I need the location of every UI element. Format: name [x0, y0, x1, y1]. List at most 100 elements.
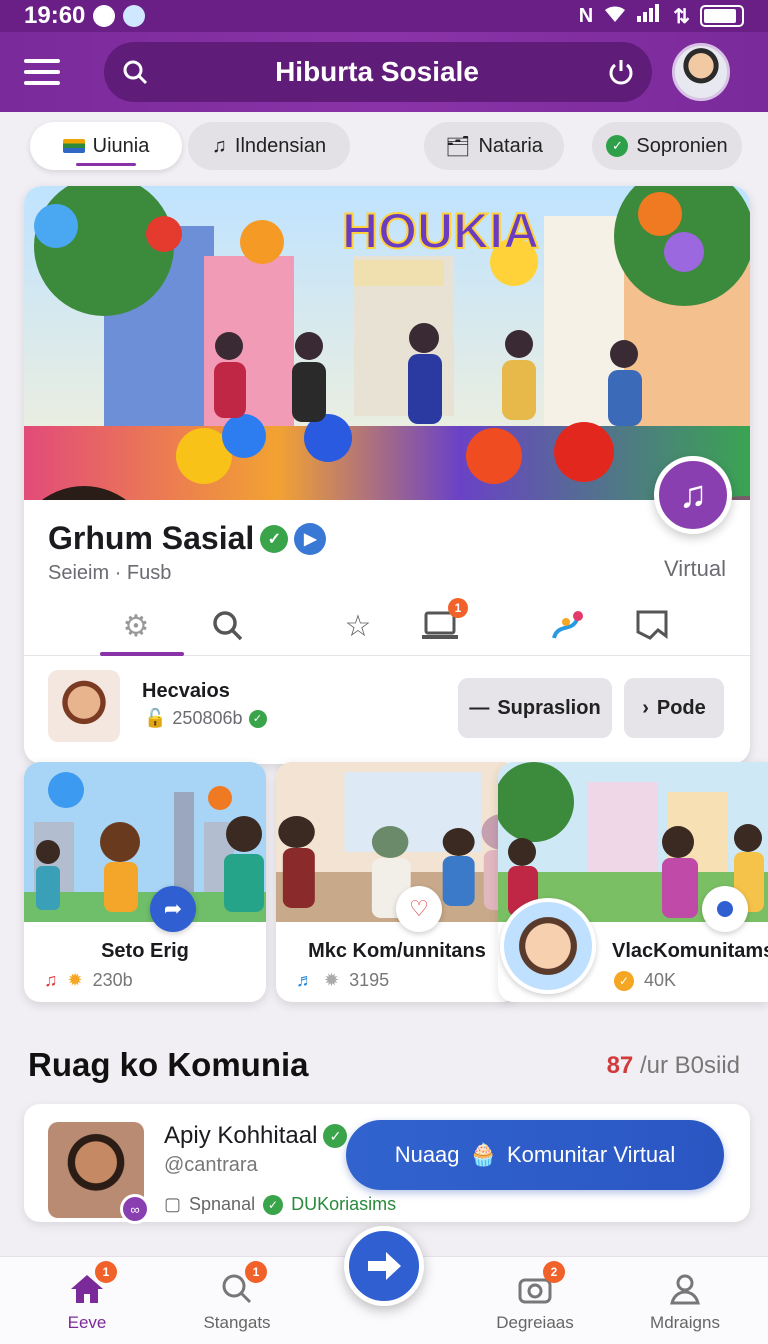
child-avatar — [500, 898, 596, 994]
nav-label: Mdraigns — [650, 1313, 720, 1332]
tab-label: Ilndensian — [234, 134, 327, 157]
camera-icon: 2 — [515, 1261, 565, 1309]
home-icon: 1 — [67, 1261, 117, 1309]
arrow-right-icon — [368, 1252, 401, 1280]
nav-label: Eeve — [67, 1313, 107, 1332]
status-bar: 19:60 N ⇅ — [0, 0, 768, 32]
heart-icon[interactable]: ♡ — [396, 886, 442, 932]
cake-icon: 🧁 — [469, 1142, 497, 1167]
hero-image: HOUKIA — [24, 186, 750, 500]
share-fab[interactable] — [344, 1226, 424, 1306]
post-author: Apiy Kohhitaal ✓ — [164, 1122, 348, 1150]
person-icon — [665, 1269, 705, 1309]
nav-search[interactable]: 1 Stangats — [182, 1261, 292, 1333]
group-card: HOUKIA ♫ Grhum Sasial ✓ ▶ Seieim · Fusb … — [24, 186, 750, 764]
community-card[interactable]: ➦ Seto Erig ♫ ✹ 230b — [24, 762, 266, 1002]
music-note-icon: ♫ — [211, 134, 227, 157]
section-title: Ruag ko Komunia — [28, 1046, 309, 1083]
search-bar[interactable]: Hiburta Sosiale — [104, 42, 652, 102]
nav-label: Stangats — [203, 1313, 271, 1332]
community-title: Mkc Kom/unnitans — [308, 940, 486, 962]
member-meta: 🔓 250806b ✓ — [144, 708, 267, 729]
tab-sopronien[interactable]: ✓ Sopronien — [592, 122, 742, 170]
section-count-label: /ur B0siid — [639, 1052, 740, 1079]
share-icon[interactable]: ➦ — [150, 886, 196, 932]
tab-label: Uiunia — [92, 134, 150, 157]
community-card[interactable]: VlacKomunitams ✓ 40K — [498, 762, 768, 1002]
gear-icon: ✹ — [67, 970, 83, 990]
pode-button[interactable]: › Pode — [624, 678, 724, 738]
connect-icon[interactable] — [546, 606, 586, 646]
community-meta: ♬ ✹ 3195 — [296, 970, 389, 991]
tab-nataria[interactable]: 🗂 Nataria — [424, 122, 564, 170]
join-community-button[interactable]: Nuaag 🧁 Komunitar Virtual — [346, 1120, 724, 1190]
nav-badge: 2 — [543, 1261, 565, 1283]
community-count: 230b — [92, 970, 133, 990]
bag-icon: 🗂 — [445, 135, 471, 158]
hero-banner-text: HOUKIA — [342, 203, 539, 259]
record-icon[interactable] — [702, 886, 748, 932]
group-subtitle: Seieim · Fusb — [48, 562, 172, 584]
post-handle: @cantrara — [164, 1154, 258, 1176]
comment-icon: ▢ — [164, 1194, 182, 1214]
star-icon[interactable]: ☆ — [338, 606, 378, 646]
status-time: 19:60 — [24, 2, 86, 29]
gallery-icon[interactable] — [632, 606, 672, 646]
power-icon[interactable] — [606, 57, 636, 87]
post-avatar[interactable]: ∞ — [48, 1122, 150, 1224]
lock-icon: 🔓 — [144, 708, 167, 728]
post-card: ∞ Apiy Kohhitaal ✓ @cantrara ▢ Spnanal ✓… — [24, 1104, 750, 1224]
search-icon[interactable] — [122, 59, 148, 85]
tab-label: Sopronien — [636, 134, 728, 157]
group-type: Virtual — [664, 556, 726, 581]
verified-icon: ✓ — [248, 709, 267, 728]
minus-icon: — — [469, 696, 490, 719]
app-title: Hiburta Sosiale — [275, 56, 479, 87]
cta-label-2: Komunitar Virtual — [506, 1142, 676, 1167]
group-name-text: Grhum Sasial — [48, 520, 255, 556]
music-button[interactable]: ♫ — [654, 456, 732, 534]
tab-uiunia[interactable]: Uiunia — [30, 122, 182, 170]
data-icon: ⇅ — [673, 5, 690, 28]
community-image — [276, 762, 518, 922]
post-author-name: Apiy Kohhitaal — [164, 1122, 318, 1149]
nfc-icon: N — [578, 4, 594, 27]
wifi-icon — [603, 4, 627, 28]
section-meta[interactable]: 87 /ur B0siid — [607, 1052, 740, 1080]
settings-icon[interactable]: ⚙ — [116, 606, 156, 646]
gear-icon: ✹ — [324, 970, 340, 990]
verified-icon: ✓ — [263, 1194, 284, 1215]
notification-badge: 1 — [448, 598, 468, 618]
nav-label: Degreiaas — [496, 1313, 574, 1332]
battery-icon — [700, 5, 744, 27]
profile-avatar[interactable] — [672, 43, 730, 101]
group-action-tabs: ⚙ ☆ 1 — [24, 594, 750, 656]
member-id: 250806b — [172, 708, 243, 728]
tab-label: Nataria — [478, 134, 543, 157]
nav-profile[interactable]: Mdraigns — [630, 1269, 740, 1333]
app-notification-icon — [123, 5, 146, 27]
community-title: VlacKomunitams — [612, 940, 768, 962]
menu-icon[interactable] — [24, 59, 60, 85]
community-card[interactable]: ♡ Mkc Kom/unnitans ♬ ✹ 3195 — [276, 762, 518, 1002]
check-badge-icon: ✓ — [614, 970, 634, 991]
search-icon: 1 — [217, 1261, 267, 1309]
member-avatar[interactable] — [48, 670, 120, 742]
nav-camera[interactable]: 2 Degreiaas — [480, 1261, 590, 1333]
laptop-icon[interactable]: 1 — [420, 598, 468, 646]
flag-icon — [62, 139, 85, 153]
play-icon[interactable]: ▶ — [294, 522, 327, 555]
tab-ilndensian[interactable]: ♫ Ilndensian — [188, 122, 350, 170]
active-tab-indicator — [100, 652, 184, 656]
app-bar: Hiburta Sosiale — [0, 32, 768, 112]
post-foot-status: DUKoriasims — [291, 1194, 397, 1214]
community-count: 3195 — [349, 970, 390, 990]
post-foot-label: Spnanal — [189, 1194, 256, 1214]
community-title: Seto Erig — [101, 940, 189, 962]
search-icon[interactable] — [208, 606, 248, 646]
link-icon: ∞ — [120, 1194, 150, 1224]
supraslion-button[interactable]: — Supraslion — [458, 678, 612, 738]
community-meta: ♫ ✹ 230b — [44, 970, 133, 991]
nav-badge: 1 — [95, 1261, 117, 1283]
nav-home[interactable]: 1 Eeve — [32, 1261, 142, 1333]
